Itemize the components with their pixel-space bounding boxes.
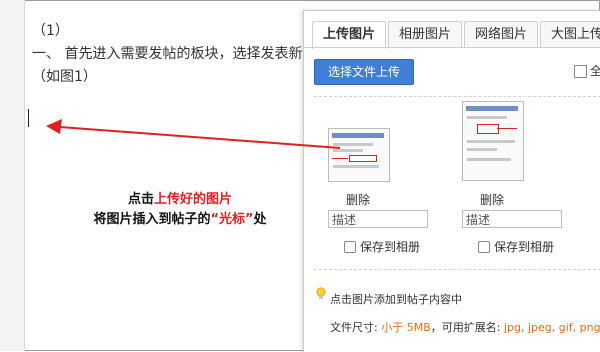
red-arrow-icon bbox=[46, 119, 341, 149]
